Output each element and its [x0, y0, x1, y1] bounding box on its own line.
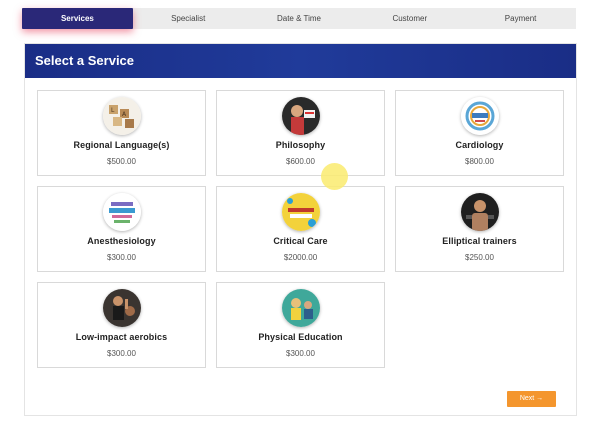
step-specialist[interactable]: Specialist: [133, 8, 244, 29]
service-card-regional-language[interactable]: L A Regional Language(s) $500.00: [37, 90, 206, 176]
service-card-elliptical-trainers[interactable]: Elliptical trainers $250.00: [395, 186, 564, 272]
step-services[interactable]: Services: [22, 8, 133, 29]
service-name: Elliptical trainers: [442, 236, 517, 246]
service-name: Regional Language(s): [73, 140, 170, 150]
wellness-word-cloud-icon: [461, 97, 499, 135]
service-name: Physical Education: [258, 332, 343, 342]
healthy-weekend-icon: [282, 193, 320, 231]
service-panel: Select a Service L A Regional Language(s…: [24, 43, 577, 416]
service-name: Philosophy: [275, 140, 326, 150]
service-card-anesthesiology[interactable]: Anesthesiology $300.00: [37, 186, 206, 272]
aerobics-photo-icon: [103, 289, 141, 327]
booking-steps: Services Specialist Date & Time Customer…: [22, 8, 576, 29]
wellness-word-cloud-icon: [103, 193, 141, 231]
step-payment[interactable]: Payment: [465, 8, 576, 29]
service-price: $300.00: [107, 253, 136, 262]
service-price: $500.00: [107, 157, 136, 166]
service-grid: L A Regional Language(s) $500.00 Philoso…: [37, 90, 564, 368]
service-price: $800.00: [465, 157, 494, 166]
step-customer[interactable]: Customer: [354, 8, 465, 29]
service-name: Anesthesiology: [87, 236, 156, 246]
service-price: $300.00: [286, 349, 315, 358]
service-price: $300.00: [107, 349, 136, 358]
service-name: Low-impact aerobics: [75, 332, 168, 342]
service-card-philosophy[interactable]: Philosophy $600.00: [216, 90, 385, 176]
panel-title: Select a Service: [25, 44, 576, 78]
language-letters-icon: L A: [103, 97, 141, 135]
service-name: Critical Care: [273, 236, 328, 246]
service-price: $600.00: [286, 157, 315, 166]
service-name: Cardiology: [455, 140, 504, 150]
education-photo-icon: [282, 289, 320, 327]
step-date-time[interactable]: Date & Time: [244, 8, 355, 29]
service-card-critical-care[interactable]: Critical Care $2000.00: [216, 186, 385, 272]
cursor-highlight: [321, 163, 348, 190]
service-price: $250.00: [465, 253, 494, 262]
service-price: $2000.00: [283, 253, 318, 262]
philosophy-photo-icon: [282, 97, 320, 135]
service-card-cardiology[interactable]: Cardiology $800.00: [395, 90, 564, 176]
next-button[interactable]: Next →: [507, 391, 556, 407]
service-card-physical-education[interactable]: Physical Education $300.00: [216, 282, 385, 368]
service-card-low-impact-aerobics[interactable]: Low-impact aerobics $300.00: [37, 282, 206, 368]
trainer-photo-icon: [461, 193, 499, 231]
